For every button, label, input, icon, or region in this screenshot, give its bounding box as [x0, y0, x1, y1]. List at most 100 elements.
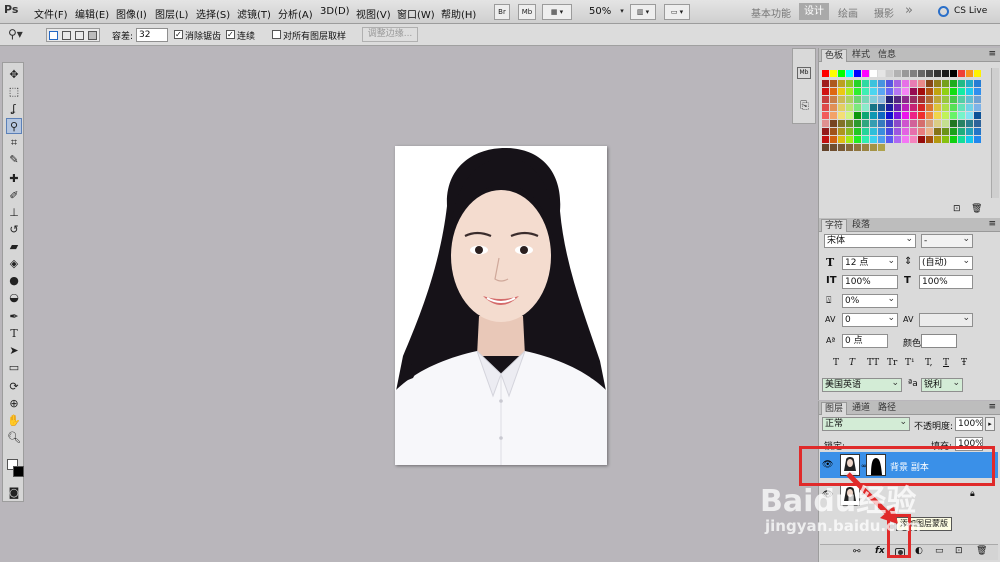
- vertical-scale-input[interactable]: 100%: [842, 275, 898, 289]
- swatch[interactable]: [958, 120, 965, 127]
- workspace-design[interactable]: 设计: [799, 3, 829, 20]
- view-extras-button[interactable]: ▦ ▾: [542, 4, 572, 20]
- swatch[interactable]: [886, 104, 893, 111]
- swatch[interactable]: [862, 136, 869, 143]
- menu-help[interactable]: 帮助(H): [441, 6, 476, 21]
- 3d-orbit-tool-icon[interactable]: ⊕: [6, 396, 22, 412]
- swatch[interactable]: [862, 144, 869, 151]
- swatch[interactable]: [838, 96, 845, 103]
- swatch[interactable]: [838, 104, 845, 111]
- swatch[interactable]: [822, 70, 829, 77]
- swatch[interactable]: [966, 120, 973, 127]
- tracking-select[interactable]: [919, 313, 973, 327]
- swatch[interactable]: [918, 104, 925, 111]
- swatch[interactable]: [846, 120, 853, 127]
- swatch[interactable]: [966, 104, 973, 111]
- swatch[interactable]: [846, 128, 853, 135]
- swatch[interactable]: [886, 96, 893, 103]
- swatch[interactable]: [838, 70, 845, 77]
- swatch[interactable]: [966, 136, 973, 143]
- swatch[interactable]: [894, 70, 901, 77]
- swatch[interactable]: [854, 136, 861, 143]
- swatch[interactable]: [878, 88, 885, 95]
- swatch[interactable]: [870, 128, 877, 135]
- swatch[interactable]: [950, 128, 957, 135]
- swatch[interactable]: [958, 96, 965, 103]
- swatch[interactable]: [846, 104, 853, 111]
- swatch[interactable]: [934, 88, 941, 95]
- swatch[interactable]: [854, 70, 861, 77]
- antialias-method-select[interactable]: 锐利: [921, 378, 963, 392]
- swatch[interactable]: [870, 120, 877, 127]
- swatch[interactable]: [838, 128, 845, 135]
- swatch[interactable]: [942, 112, 949, 119]
- swatch[interactable]: [926, 136, 933, 143]
- tab-info[interactable]: 信息: [875, 49, 899, 62]
- swatch[interactable]: [870, 88, 877, 95]
- language-select[interactable]: 美国英语: [822, 378, 902, 392]
- swatch[interactable]: [854, 88, 861, 95]
- tab-styles[interactable]: 样式: [849, 49, 873, 62]
- swatch[interactable]: [966, 88, 973, 95]
- swatch[interactable]: [886, 112, 893, 119]
- swatch[interactable]: [878, 112, 885, 119]
- swatch[interactable]: [958, 128, 965, 135]
- history-brush-tool-icon[interactable]: ↺: [6, 222, 22, 238]
- adjustment-layer-icon[interactable]: ◐: [915, 546, 923, 556]
- workspace-photography[interactable]: 摄影: [874, 5, 894, 20]
- strikethrough-button[interactable]: Ŧ: [961, 358, 967, 368]
- swatch[interactable]: [846, 80, 853, 87]
- swatch[interactable]: [886, 128, 893, 135]
- menu-window[interactable]: 窗口(W): [397, 6, 435, 21]
- new-swatch-icon[interactable]: ⊡: [953, 204, 961, 214]
- swatch[interactable]: [942, 120, 949, 127]
- swatch[interactable]: [870, 70, 877, 77]
- swatch[interactable]: [942, 70, 949, 77]
- swatch[interactable]: [958, 112, 965, 119]
- move-tool-icon[interactable]: ✥: [6, 67, 22, 83]
- opacity-input[interactable]: 100%: [955, 417, 983, 431]
- swatch[interactable]: [870, 136, 877, 143]
- swatch[interactable]: [894, 96, 901, 103]
- swatch[interactable]: [926, 70, 933, 77]
- magic-wand-preset-icon[interactable]: ⚲▾: [8, 27, 36, 42]
- swatch[interactable]: [830, 88, 837, 95]
- swatch[interactable]: [918, 112, 925, 119]
- swatch[interactable]: [974, 112, 981, 119]
- swatch[interactable]: [830, 120, 837, 127]
- swatch[interactable]: [974, 70, 981, 77]
- contiguous-checkbox[interactable]: ✓: [226, 30, 235, 39]
- horizontal-scale-input[interactable]: 100%: [919, 275, 973, 289]
- layer-style-icon[interactable]: fx: [875, 546, 885, 556]
- menu-file[interactable]: 文件(F): [34, 6, 68, 21]
- swatch[interactable]: [918, 96, 925, 103]
- mini-bridge-panel-icon[interactable]: Mb: [797, 67, 811, 79]
- menu-view[interactable]: 视图(V): [356, 6, 391, 21]
- font-style-select[interactable]: -: [921, 234, 973, 248]
- swatch[interactable]: [902, 70, 909, 77]
- crop-tool-icon[interactable]: ⌗: [6, 135, 22, 151]
- tab-swatches[interactable]: 色板: [821, 49, 848, 62]
- swatch[interactable]: [894, 112, 901, 119]
- swatch[interactable]: [886, 80, 893, 87]
- swatch[interactable]: [966, 80, 973, 87]
- document-canvas[interactable]: [395, 146, 607, 465]
- all-caps-button[interactable]: TT: [867, 358, 879, 368]
- swatch[interactable]: [974, 120, 981, 127]
- new-selection-icon[interactable]: [49, 31, 58, 40]
- cs-live-button[interactable]: CS Live: [954, 6, 987, 16]
- swatch[interactable]: [846, 144, 853, 151]
- swatch[interactable]: [894, 120, 901, 127]
- swatch[interactable]: [942, 88, 949, 95]
- swatch[interactable]: [934, 120, 941, 127]
- menu-3d[interactable]: 3D(D): [320, 6, 350, 17]
- swatch[interactable]: [902, 80, 909, 87]
- swatch[interactable]: [926, 96, 933, 103]
- swatch[interactable]: [926, 128, 933, 135]
- faux-bold-button[interactable]: T: [833, 358, 839, 368]
- swatch[interactable]: [950, 120, 957, 127]
- swatch[interactable]: [822, 104, 829, 111]
- swatch[interactable]: [846, 136, 853, 143]
- quick-mask-icon[interactable]: ◙: [6, 485, 22, 501]
- swatch[interactable]: [838, 112, 845, 119]
